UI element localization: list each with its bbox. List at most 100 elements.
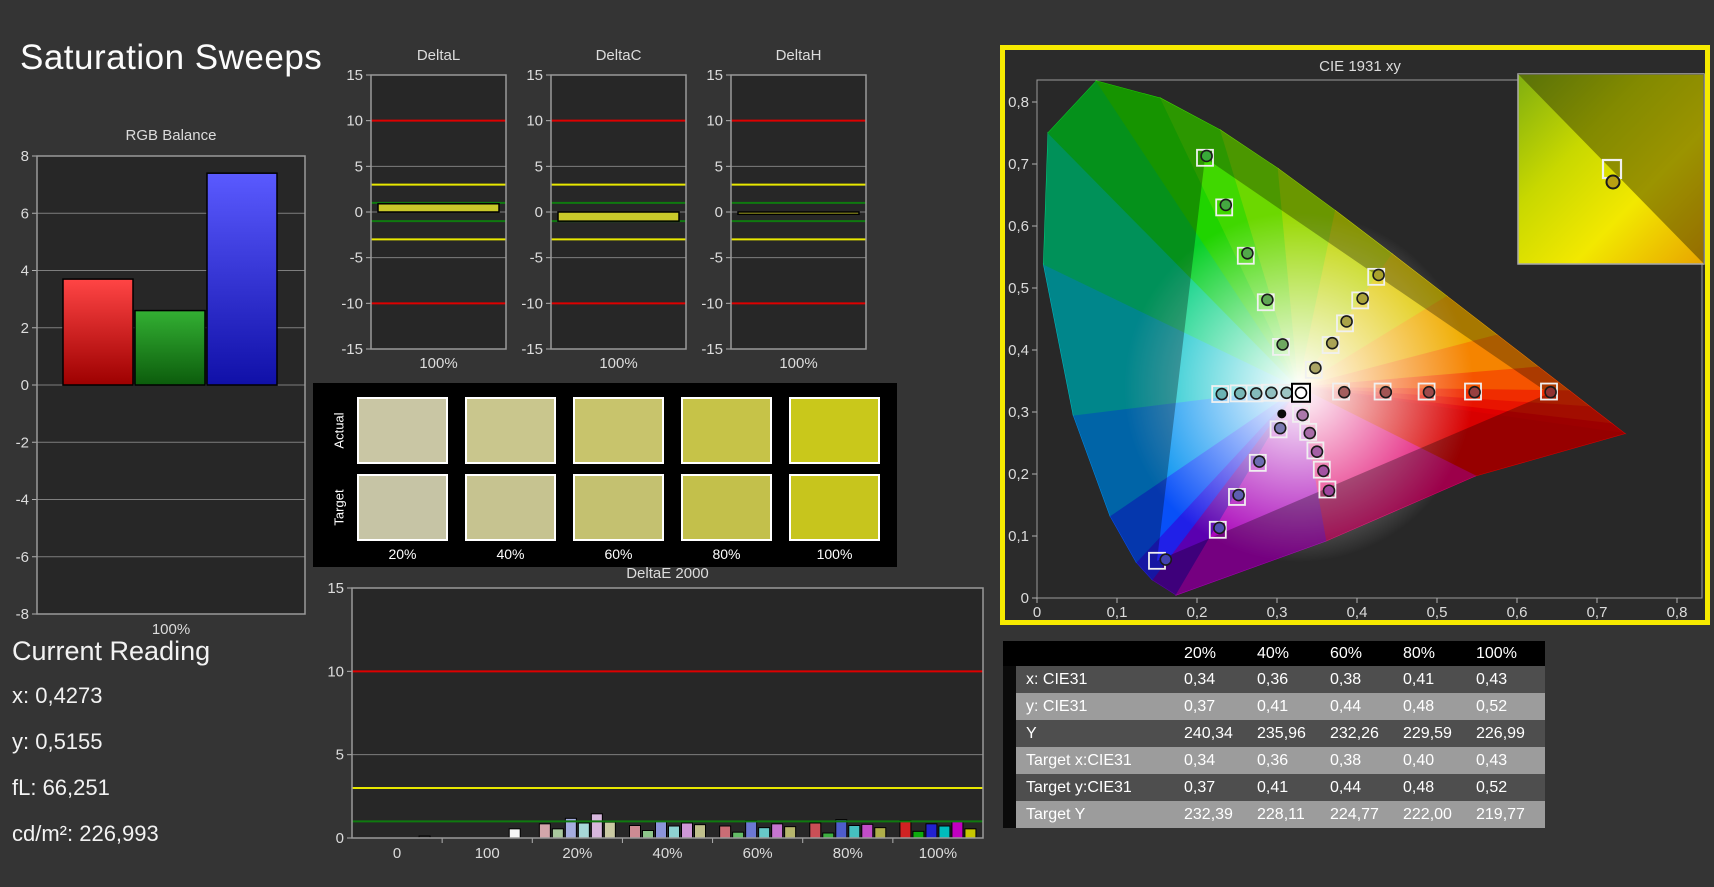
actual-swatch-80% [681, 397, 772, 464]
tick-label: 10 [706, 113, 723, 130]
blue-measured-marker [1160, 554, 1171, 565]
table-cell: 0,34 [1180, 666, 1253, 693]
group-label: 40% [652, 845, 682, 861]
deltae-bar [952, 821, 963, 838]
tick-label: 0,3 [1008, 404, 1029, 421]
red-measured-marker [1380, 387, 1391, 398]
tick-label: 0 [21, 377, 29, 394]
rgb-bar-blue [207, 173, 277, 385]
table-cell: 0,43 [1472, 666, 1545, 693]
table-cell: 235,96 [1253, 720, 1326, 747]
rgb-balance-chart[interactable]: RGB Balance86420-2-4-6-8100% [0, 118, 322, 634]
table-cell: 228,11 [1253, 801, 1326, 828]
tick-label: 4 [21, 263, 29, 280]
current-reading-block: Current Reading x: 0,4273y: 0,5155fL: 66… [12, 636, 210, 867]
deltae-bar [630, 826, 641, 839]
yellow-measured-marker [1341, 316, 1352, 327]
table-cell: 222,00 [1399, 801, 1472, 828]
blue-measured-marker [1254, 456, 1265, 467]
table-cell: 226,99 [1472, 720, 1545, 747]
cyan-measured-marker [1281, 387, 1292, 398]
yellow-measured-marker [1373, 269, 1384, 280]
column-header: 20% [1180, 641, 1253, 666]
red-measured-marker [1424, 387, 1435, 398]
deltae-bar [656, 821, 667, 838]
cie-1931-panel-selected[interactable]: CIE 1931 xy000,10,10,20,20,30,30,40,40,5… [1000, 45, 1710, 625]
deltae-bar [862, 824, 873, 838]
rgb-bar-green [135, 311, 205, 385]
chart-title: DeltaH [776, 47, 822, 64]
chart-title: DeltaE 2000 [626, 565, 709, 582]
deltae2000-chart[interactable]: DeltaE 2000051015010020%40%60%80%100% [310, 557, 1000, 861]
table-cell: 232,26 [1326, 720, 1399, 747]
green-measured-marker [1201, 150, 1212, 161]
magnified-inset [1518, 74, 1704, 264]
tick-label: 10 [526, 113, 543, 130]
magenta-measured-marker [1318, 465, 1329, 476]
table-cell: 232,39 [1180, 801, 1253, 828]
row-label: Y [1016, 720, 1180, 747]
table-cell: 0,44 [1326, 774, 1399, 801]
green-measured-marker [1220, 199, 1231, 210]
x-axis-label: 100% [779, 355, 817, 372]
rgb-bar-red [63, 279, 133, 385]
table-row: Target x:CIE310,340,360,380,400,43 [1003, 747, 1545, 774]
tick-label: 0 [1021, 590, 1029, 607]
x-axis-label: 100% [419, 355, 457, 372]
tick-label: -4 [16, 492, 29, 509]
deltae-bar [785, 827, 796, 838]
tick-label: 5 [336, 747, 344, 764]
group-label: 80% [833, 845, 863, 861]
deltaL-chart[interactable]: DeltaL151050-5-10-15100% [340, 40, 520, 378]
tick-label: 15 [706, 67, 723, 84]
actual-swatch-100% [789, 397, 880, 464]
reading-line: y: 0,5155 [12, 729, 210, 755]
deltae-bar [759, 828, 770, 838]
yellow-measured-marker [1327, 338, 1338, 349]
swatch-comparison-panel[interactable]: ActualTarget20%40%60%80%100% [313, 383, 897, 567]
group-label: 0 [393, 845, 401, 861]
blue-measured-marker [1233, 490, 1244, 501]
tick-label: -15 [701, 341, 723, 358]
yellow-measured-marker [1310, 362, 1321, 373]
table-cell: 0,52 [1472, 693, 1545, 720]
table-cell: 0,41 [1253, 693, 1326, 720]
delta-bar [738, 212, 859, 214]
tick-label: -8 [16, 606, 29, 623]
deltae-bar [578, 823, 589, 838]
red-measured-marker [1339, 387, 1350, 398]
tick-label: 0,1 [1008, 528, 1029, 545]
swatch-row-label: Actual [332, 411, 347, 451]
tick-label: -6 [16, 549, 29, 566]
row-label: x: CIE31 [1016, 666, 1180, 693]
table-row: Y240,34235,96232,26229,59226,99 [1003, 720, 1545, 747]
tick-label: 6 [21, 205, 29, 222]
deltae-bar [926, 824, 937, 838]
tick-label: 5 [715, 158, 723, 175]
deltae-bar [720, 826, 731, 838]
magenta-measured-marker [1297, 410, 1308, 421]
table-cell: 0,48 [1399, 693, 1472, 720]
tick-label: -15 [341, 341, 363, 358]
table-row: Target y:CIE310,370,410,440,480,52 [1003, 774, 1545, 801]
delta-bar [378, 204, 499, 212]
table-row: Target Y232,39228,11224,77222,00219,77 [1003, 801, 1545, 828]
tick-label: 0,6 [1507, 604, 1528, 620]
yellow-measured-marker [1357, 293, 1368, 304]
deltae-bar [669, 826, 680, 838]
tick-label: 0,5 [1427, 604, 1448, 620]
cyan-measured-marker [1216, 389, 1227, 400]
tick-label: 0,4 [1008, 342, 1029, 359]
deltaC-chart[interactable]: DeltaC151050-5-10-15100% [520, 40, 700, 378]
deltaH-chart[interactable]: DeltaH151050-5-10-15100% [700, 40, 880, 378]
magenta-measured-marker [1324, 485, 1335, 496]
magenta-measured-marker [1304, 428, 1315, 439]
tick-label: -10 [341, 295, 363, 312]
deltae-bar [772, 824, 783, 838]
reference-dot [1277, 409, 1286, 418]
table-row: x: CIE310,340,360,380,410,43 [1003, 666, 1545, 693]
green-measured-marker [1262, 294, 1273, 305]
tick-label: 5 [535, 158, 543, 175]
tick-label: 0,5 [1008, 280, 1029, 297]
tick-label: 0,2 [1008, 466, 1029, 483]
